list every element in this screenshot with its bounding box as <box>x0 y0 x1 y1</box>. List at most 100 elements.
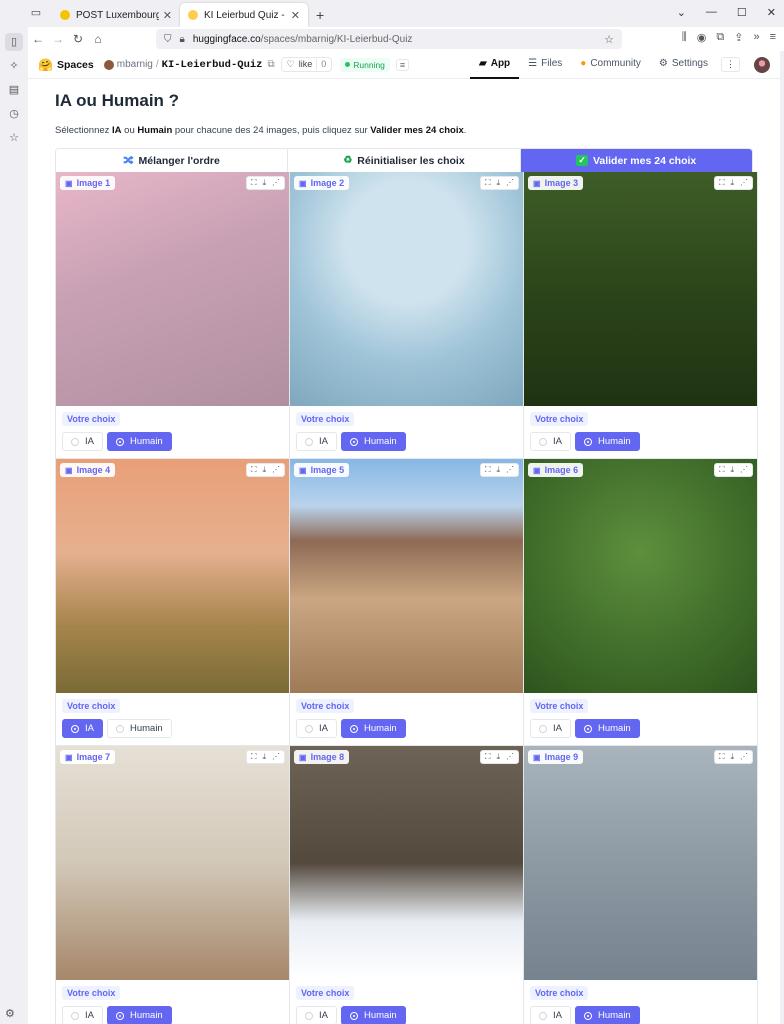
download-icon[interactable]: ⤓ <box>496 178 500 188</box>
radio-icon[interactable] <box>305 437 313 446</box>
option-ia[interactable]: IA <box>530 432 571 451</box>
radio-icon[interactable] <box>71 724 79 733</box>
radio-icon[interactable] <box>583 724 592 733</box>
account-icon[interactable]: ◉ <box>697 31 707 44</box>
bookmark-star-icon[interactable]: ☆ <box>604 33 614 46</box>
browser-tab-post[interactable]: POST Luxembourg ✕ <box>52 3 180 27</box>
owner-link[interactable]: mbarnig <box>117 59 153 70</box>
close-icon[interactable]: ✕ <box>163 9 172 22</box>
spaces-link[interactable]: Spaces <box>57 59 94 71</box>
share-icon[interactable]: ⋰ <box>272 465 280 475</box>
fullscreen-icon[interactable]: ⛶ <box>719 178 725 188</box>
radio-icon[interactable] <box>583 1011 592 1020</box>
back-icon[interactable]: ← <box>28 32 48 46</box>
option-humain[interactable]: Humain <box>106 719 172 738</box>
fullscreen-icon[interactable]: ⛶ <box>251 178 257 188</box>
download-icon[interactable]: ⤓ <box>262 178 266 188</box>
option-humain[interactable]: Humain <box>340 1006 406 1024</box>
overflow-icon[interactable]: » <box>753 31 759 44</box>
ai-chat-icon[interactable]: ✧ <box>5 57 23 75</box>
synced-tabs-icon[interactable]: ▤ <box>5 81 23 99</box>
more-options-icon[interactable]: ⋮ <box>721 57 740 72</box>
option-ia[interactable]: IA <box>530 1006 571 1024</box>
radio-icon[interactable] <box>349 724 358 733</box>
home-icon[interactable]: ⌂ <box>88 32 108 46</box>
shuffle-button[interactable]: 🔀︎ Mélanger l'ordre <box>56 149 289 172</box>
chevron-down-icon[interactable]: ⌄ <box>677 6 686 19</box>
share-icon[interactable]: ⋰ <box>506 752 514 762</box>
share-icon[interactable]: ⋰ <box>740 465 748 475</box>
fullscreen-icon[interactable]: ⛶ <box>485 465 491 475</box>
tab-files[interactable]: ☰ Files <box>519 51 571 79</box>
share-icon[interactable]: ⋰ <box>740 752 748 762</box>
download-icon[interactable]: ⤓ <box>496 465 500 475</box>
option-humain[interactable]: Humain <box>340 432 406 451</box>
share-icon[interactable]: ⇪ <box>734 31 743 44</box>
option-humain[interactable]: Humain <box>574 1006 640 1024</box>
radio-icon[interactable] <box>349 437 358 446</box>
radio-icon[interactable] <box>539 437 547 446</box>
radio-icon[interactable] <box>305 1011 313 1020</box>
validate-button[interactable]: ✓ Valider mes 24 choix <box>520 149 752 172</box>
option-humain[interactable]: Humain <box>340 719 406 738</box>
radio-icon[interactable] <box>115 1011 124 1020</box>
radio-icon[interactable] <box>305 724 313 733</box>
library-icon[interactable]: ⫼ <box>682 31 687 44</box>
option-humain[interactable]: Humain <box>106 432 172 451</box>
tab-app[interactable]: ▰ App <box>470 51 520 79</box>
option-humain[interactable]: Humain <box>574 719 640 738</box>
option-ia[interactable]: IA <box>62 1006 103 1024</box>
reset-button[interactable]: ♻ Réinitialiser les choix <box>288 149 521 172</box>
option-ia[interactable]: IA <box>530 719 571 738</box>
fullscreen-icon[interactable]: ⛶ <box>251 752 257 762</box>
tab-settings[interactable]: ⚙ Settings <box>650 51 717 79</box>
share-icon[interactable]: ⋰ <box>272 752 280 762</box>
option-ia[interactable]: IA <box>62 432 103 451</box>
option-humain[interactable]: Humain <box>106 1006 172 1024</box>
option-ia[interactable]: IA <box>62 719 103 738</box>
fullscreen-icon[interactable]: ⛶ <box>251 465 257 475</box>
sidebar-toggle-icon[interactable]: ▯ <box>5 33 23 51</box>
radio-icon[interactable] <box>539 1011 547 1020</box>
download-icon[interactable]: ⤓ <box>730 465 734 475</box>
maximize-icon[interactable]: ☐ <box>737 6 747 19</box>
share-icon[interactable]: ⋰ <box>506 178 514 188</box>
download-icon[interactable]: ⤓ <box>730 752 734 762</box>
copy-icon[interactable]: ⧉ <box>267 59 274 70</box>
radio-icon[interactable] <box>349 1011 358 1020</box>
option-ia[interactable]: IA <box>296 719 337 738</box>
download-icon[interactable]: ⤓ <box>262 465 266 475</box>
fullscreen-icon[interactable]: ⛶ <box>485 752 491 762</box>
customize-gear-icon[interactable]: ⚙ <box>5 1007 15 1020</box>
radio-icon[interactable] <box>115 437 124 446</box>
menu-icon[interactable]: ≡ <box>770 31 776 44</box>
fullscreen-icon[interactable]: ⛶ <box>485 178 491 188</box>
share-icon[interactable]: ⋰ <box>740 178 748 188</box>
space-menu-icon[interactable]: ≡ <box>395 58 410 71</box>
history-icon[interactable]: ◷ <box>5 105 23 123</box>
close-icon[interactable]: ✕ <box>291 9 300 22</box>
download-icon[interactable]: ⤓ <box>262 752 266 762</box>
minimize-icon[interactable]: — <box>706 6 717 19</box>
radio-icon[interactable] <box>115 724 124 733</box>
tab-list-icon[interactable]: ▭ <box>28 6 44 22</box>
hf-logo-icon[interactable]: 🤗 <box>38 58 53 72</box>
fullscreen-icon[interactable]: ⛶ <box>719 752 725 762</box>
share-icon[interactable]: ⋰ <box>506 465 514 475</box>
extensions-icon[interactable]: ⧉ <box>716 31 724 44</box>
like-button[interactable]: ♡ like 0 <box>280 57 333 72</box>
tab-community[interactable]: ● Community <box>571 51 650 79</box>
option-ia[interactable]: IA <box>296 1006 337 1024</box>
option-humain[interactable]: Humain <box>574 432 640 451</box>
close-window-icon[interactable]: ✕ <box>767 6 776 19</box>
reload-icon[interactable]: ↻ <box>68 32 88 46</box>
download-icon[interactable]: ⤓ <box>730 178 734 188</box>
repo-name[interactable]: KI-Leierbud-Quiz <box>162 59 263 71</box>
option-ia[interactable]: IA <box>296 432 337 451</box>
user-avatar[interactable] <box>754 56 770 73</box>
browser-tab-hf[interactable]: KI Leierbud Quiz - a Hugging Face ✕ <box>180 3 308 27</box>
url-bar[interactable]: ⛉ 🔒︎ huggingface.co /spaces/mbarnig/KI-L… <box>156 29 622 49</box>
share-icon[interactable]: ⋰ <box>272 178 280 188</box>
radio-icon[interactable] <box>71 1011 79 1020</box>
fullscreen-icon[interactable]: ⛶ <box>719 465 725 475</box>
